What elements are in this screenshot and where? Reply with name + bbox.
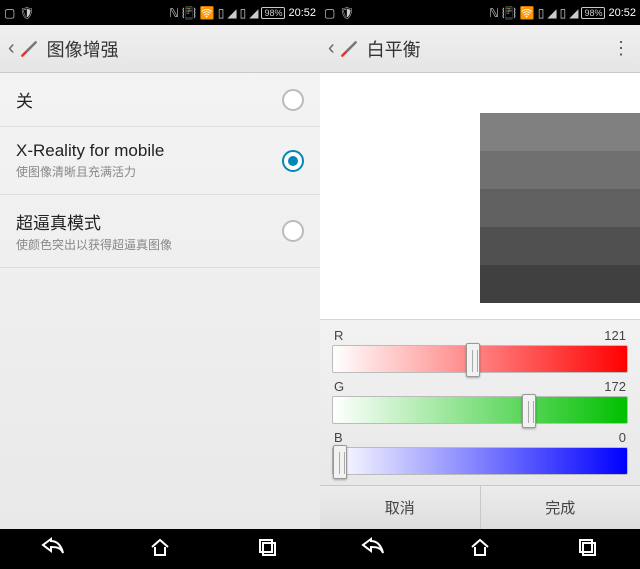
status-bar: ▢ 🛡 ℕ 📳 🛜 ▯ ◢ ▯ ◢ 98% 20:52 <box>320 0 640 25</box>
slider-b: B 0 <box>332 430 628 475</box>
status-bar: ▢ 🛡 ℕ 📳 🛜 ▯ ◢ ▯ ◢ 98% 20:52 <box>0 0 320 25</box>
done-button[interactable]: 完成 <box>481 486 640 529</box>
back-button[interactable]: ‹ <box>8 37 15 60</box>
signal1-icon: ◢ <box>227 6 236 20</box>
signal1-icon: ◢ <box>547 6 556 20</box>
slider-thumb-g[interactable] <box>522 394 536 428</box>
back-button[interactable]: ‹ <box>328 37 335 60</box>
options-list: 关 X-Reality for mobile 使图像清晰且充满活力 超逼真模式 … <box>0 73 320 529</box>
option-subtitle: 使图像清晰且充满活力 <box>16 163 282 180</box>
shield-icon: 🛡 <box>19 6 34 20</box>
option-title: 关 <box>16 87 282 112</box>
clock: 20:52 <box>288 7 316 19</box>
wifi-icon: 🛜 <box>520 6 535 20</box>
clock: 20:52 <box>608 7 636 19</box>
signal2-icon: ◢ <box>249 6 258 20</box>
app-bar: ‹ 图像增强 <box>0 25 320 73</box>
channel-label-b: B <box>334 430 343 445</box>
option-title: X-Reality for mobile <box>16 141 282 161</box>
nfc-icon: ℕ <box>169 6 179 20</box>
vibrate-icon: 📳 <box>502 6 517 20</box>
slider-r: R 121 <box>332 328 628 373</box>
option-xreality[interactable]: X-Reality for mobile 使图像清晰且充满活力 <box>0 127 320 195</box>
slider-thumb-r[interactable] <box>466 343 480 377</box>
nav-back-icon[interactable] <box>361 537 385 562</box>
slider-track-r[interactable] <box>332 345 628 373</box>
channel-value-r: 121 <box>604 328 626 343</box>
sim1-icon: ▯ <box>538 6 545 20</box>
signal2-icon: ◢ <box>569 6 578 20</box>
option-off[interactable]: 关 <box>0 73 320 127</box>
radio-off[interactable] <box>282 89 304 111</box>
nav-recent-icon[interactable] <box>255 537 279 562</box>
vibrate-icon: 📳 <box>182 6 197 20</box>
battery-indicator: 98% <box>581 7 605 19</box>
option-title: 超逼真模式 <box>16 209 282 234</box>
radio-vivid[interactable] <box>282 220 304 242</box>
nav-home-icon[interactable] <box>148 537 172 562</box>
battery-indicator: 98% <box>261 7 285 19</box>
screen-white-balance: ▢ 🛡 ℕ 📳 🛜 ▯ ◢ ▯ ◢ 98% 20:52 ‹ 白平衡 ⋮ <box>320 0 640 569</box>
overflow-menu-icon[interactable]: ⋮ <box>612 38 632 59</box>
sliders-panel: R 121 G 172 B 0 <box>320 320 640 485</box>
channel-label-r: R <box>334 328 343 343</box>
slider-track-b[interactable] <box>332 447 628 475</box>
button-bar: 取消 完成 <box>320 485 640 529</box>
shield-icon: 🛡 <box>339 6 354 20</box>
option-subtitle: 使颜色突出以获得超逼真图像 <box>16 236 282 253</box>
nav-bar <box>0 529 320 569</box>
gallery-icon: ▢ <box>4 6 15 20</box>
nfc-icon: ℕ <box>489 6 499 20</box>
wifi-icon: 🛜 <box>200 6 215 20</box>
preview-area <box>320 73 640 320</box>
screen-image-enhancement: ▢ 🛡 ℕ 📳 🛜 ▯ ◢ ▯ ◢ 98% 20:52 ‹ 图像增强 关 <box>0 0 320 569</box>
slider-thumb-b[interactable] <box>333 445 347 479</box>
sim2-icon: ▯ <box>240 6 247 20</box>
radio-xreality[interactable] <box>282 150 304 172</box>
page-title: 白平衡 <box>367 36 421 62</box>
channel-value-b: 0 <box>619 430 626 445</box>
channel-value-g: 172 <box>604 379 626 394</box>
settings-tools-icon <box>19 39 39 59</box>
grayscale-swatches <box>480 113 640 303</box>
nav-back-icon[interactable] <box>41 537 65 562</box>
wb-content: R 121 G 172 B 0 <box>320 73 640 529</box>
option-vivid[interactable]: 超逼真模式 使颜色突出以获得超逼真图像 <box>0 195 320 268</box>
nav-home-icon[interactable] <box>468 537 492 562</box>
channel-label-g: G <box>334 379 344 394</box>
settings-tools-icon <box>339 39 359 59</box>
slider-track-g[interactable] <box>332 396 628 424</box>
slider-g: G 172 <box>332 379 628 424</box>
nav-recent-icon[interactable] <box>575 537 599 562</box>
cancel-button[interactable]: 取消 <box>320 486 481 529</box>
page-title: 图像增强 <box>47 36 119 62</box>
sim1-icon: ▯ <box>218 6 225 20</box>
sim2-icon: ▯ <box>560 6 567 20</box>
gallery-icon: ▢ <box>324 6 335 20</box>
app-bar: ‹ 白平衡 ⋮ <box>320 25 640 73</box>
nav-bar <box>320 529 640 569</box>
